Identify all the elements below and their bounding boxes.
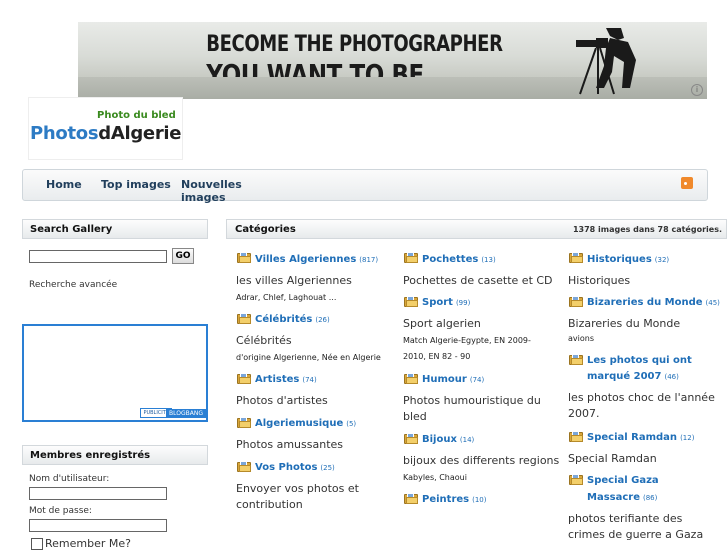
site-logo[interactable]: Photo du bled PhotosdAlgerie (29, 98, 182, 159)
folder-icon (237, 313, 251, 324)
folder-icon (237, 417, 251, 428)
logo-tagline: Photo du bled (97, 110, 176, 121)
category-peintres[interactable]: Peintres (10) (422, 491, 486, 509)
password-label: Mot de passe: (29, 506, 92, 516)
category-vos-photos[interactable]: Vos Photos (25) (255, 459, 335, 477)
category-description: les photos choc de l'année 2007. (568, 391, 715, 420)
category-special-gaza[interactable]: Special Gaza (587, 472, 659, 489)
folder-icon (569, 431, 583, 442)
remember-checkbox[interactable] (31, 538, 43, 550)
category-subcategories[interactable]: avions (568, 331, 594, 347)
photographer-silhouette-icon (576, 28, 636, 95)
blogbang-ad[interactable]: PUBLICITE BLOGBANG (22, 324, 208, 422)
category-special-ramdan[interactable]: Special Ramdan (12) (587, 429, 694, 447)
password-field[interactable] (29, 519, 167, 532)
search-gallery-title: Search Gallery (22, 219, 208, 239)
folder-icon (569, 354, 583, 365)
category-historiques[interactable]: Historiques (32) (587, 251, 669, 269)
category-description: Pochettes de casette et CD (403, 274, 553, 287)
categories-header: Catégories 1378 images dans 78 catégorie… (226, 219, 727, 239)
folder-icon (237, 373, 251, 384)
folder-icon (237, 461, 251, 472)
username-field[interactable] (29, 487, 167, 500)
category-subcategories[interactable]: Match Algerie-Egypte, EN 2009-2010, EN 8… (403, 333, 548, 365)
rss-icon[interactable] (681, 177, 693, 189)
category-photos-2007[interactable]: Les photos qui ont (587, 352, 692, 369)
category-description: bijoux des differents regions (403, 454, 560, 467)
folder-icon (404, 493, 418, 504)
nav-nouvelles-images[interactable]: Nouvelles images (181, 178, 242, 204)
logo-brand-part1: Photos (30, 123, 99, 144)
logo-brand: PhotosdAlgerie (30, 123, 182, 144)
category-bijoux[interactable]: Bijoux (14) (422, 431, 474, 449)
banner-headline-1: BECOME THE PHOTOGRAPHER (206, 32, 503, 57)
advanced-search-link[interactable]: Recherche avancée (29, 280, 117, 290)
category-artistes[interactable]: Artistes (74) (255, 371, 317, 389)
category-celebrites[interactable]: Célébrités (26) (255, 311, 330, 329)
category-subcategories[interactable]: Adrar, Chlef, Laghouat ... (236, 290, 336, 306)
logo-brand-part2: dAlgerie (98, 123, 182, 144)
category-description: Envoyer vos photos et contribution (236, 482, 359, 511)
folder-icon (569, 296, 583, 307)
ad-brand-label: BLOGBANG (166, 409, 206, 418)
go-button[interactable]: GO (172, 248, 194, 264)
username-label: Nom d'utilisateur: (29, 474, 110, 484)
folder-icon (569, 474, 583, 485)
category-description: Historiques (568, 274, 631, 287)
folder-icon (404, 252, 418, 263)
remember-label: Remember Me? (45, 537, 131, 550)
category-pochettes[interactable]: Pochettes (13) (422, 251, 496, 269)
folder-icon (404, 373, 418, 384)
members-title: Membres enregistrés (22, 445, 208, 465)
nav-top-images[interactable]: Top images (101, 178, 171, 191)
ad-info-icon[interactable]: i (691, 84, 703, 96)
banner-ad[interactable]: BECOME THE PHOTOGRAPHER YOU WANT TO BE. … (78, 22, 707, 99)
nav-home[interactable]: Home (46, 178, 82, 191)
category-humour[interactable]: Humour (74) (422, 371, 484, 389)
category-subcategories[interactable]: d'origine Algerienne, Née en Algerie (236, 350, 381, 366)
folder-icon (237, 252, 251, 263)
category-description: Célébrités (236, 334, 292, 347)
category-villes-algeriennes[interactable]: Villes Algeriennes (817) (255, 251, 378, 269)
category-special-gaza-line2[interactable]: Massacre (86) (587, 489, 657, 507)
category-description: Special Ramdan (568, 452, 657, 465)
category-description: Bizareries du Monde (568, 317, 681, 330)
category-description: Sport algerien (403, 317, 481, 330)
folder-icon (404, 433, 418, 444)
folder-icon (404, 296, 418, 307)
categories-count: 1378 images dans 78 catégories. (572, 225, 722, 234)
category-description: photos terifiante des crimes de guerre a… (568, 512, 704, 541)
search-input[interactable] (29, 250, 167, 263)
category-sport[interactable]: Sport (99) (422, 294, 470, 312)
categories-title: Catégories (235, 224, 296, 235)
category-photos-2007-line2[interactable]: marqué 2007 (46) (587, 368, 679, 386)
category-description: Photos amussantes (236, 438, 344, 451)
category-description: Photos humouristique du bled (403, 394, 541, 423)
category-description: Photos d'artistes (236, 394, 328, 407)
category-subcategories[interactable]: Kabyles, Chaoui (403, 470, 467, 486)
category-description: les villes Algeriennes (236, 274, 352, 287)
category-bizareries-du-monde[interactable]: Bizareries du Monde (45) (587, 294, 720, 312)
category-algeriemusique[interactable]: Algeriemusique (5) (255, 415, 356, 433)
main-nav: Home Top images Nouvelles images (22, 169, 708, 204)
folder-icon (569, 252, 583, 263)
